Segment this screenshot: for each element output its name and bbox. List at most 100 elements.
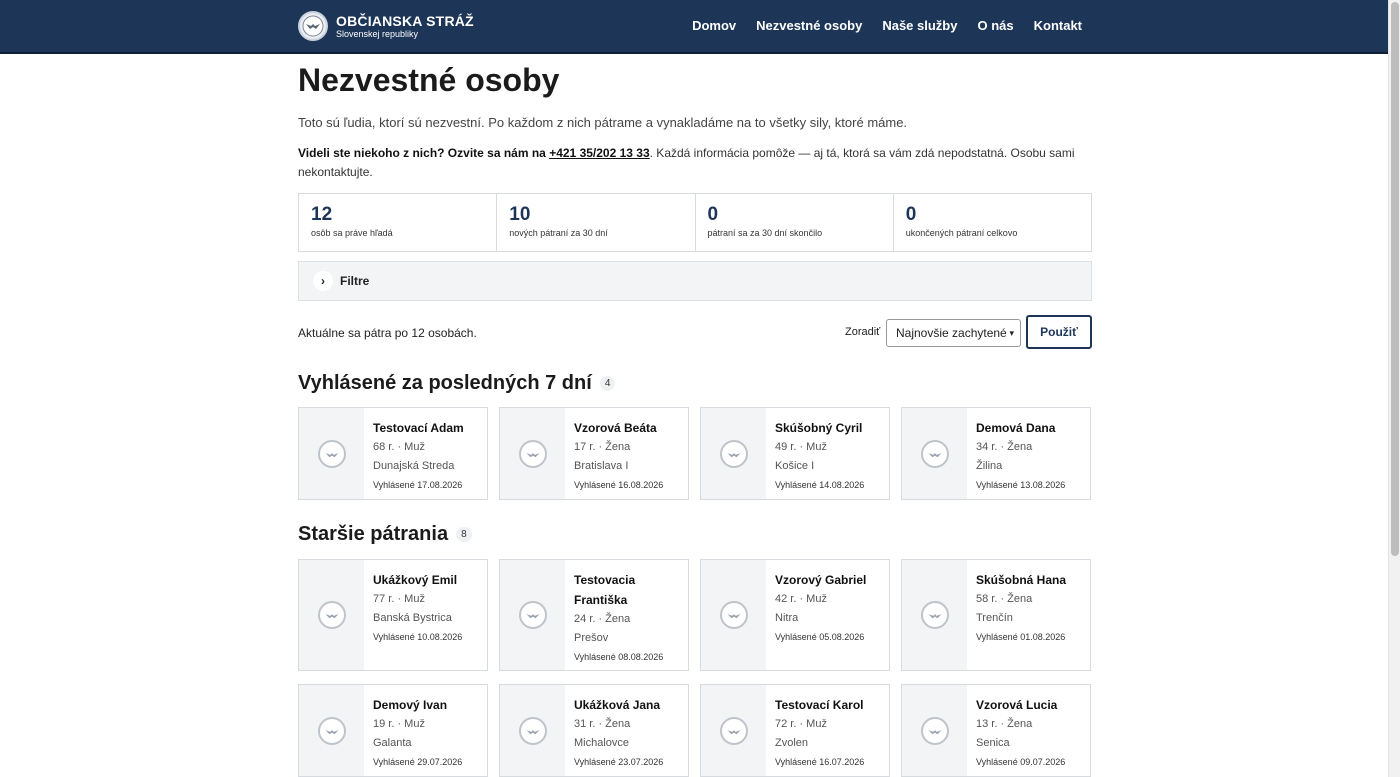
photo-placeholder [299, 408, 364, 499]
person-date: Vyhlásené 09.07.2026 [976, 757, 1066, 767]
person-card[interactable]: Vzorová Beáta 17 r. · Žena Bratislava I … [499, 407, 689, 500]
person-age-sex: 34 r. · Žena [976, 441, 1033, 453]
person-date: Vyhlásené 13.08.2026 [976, 480, 1066, 490]
person-age-sex: 77 r. · Muž [373, 593, 425, 605]
brand-subtitle: Slovenskej republiky [336, 28, 419, 39]
person-card[interactable]: Demový Ivan 19 r. · Muž Galanta Vyhlásen… [298, 684, 488, 777]
count-badge: 4 [599, 376, 616, 391]
older-cards-grid: Ukážkový Emil 77 r. · Muž Banská Bystric… [298, 559, 1092, 777]
person-city: Banská Bystrica [373, 612, 452, 624]
scrollbar-thumb[interactable] [1391, 2, 1399, 556]
nav-services[interactable]: Naše služby [882, 18, 957, 33]
stats-panel: 12 osôb sa práve hľadá 10 nových pátraní… [298, 193, 1092, 252]
photo-placeholder [902, 408, 967, 499]
person-city: Prešov [574, 632, 609, 644]
person-card[interactable]: Ukážková Jana 31 r. · Žena Michalovce Vy… [499, 684, 689, 777]
person-name: Demový Ivan [373, 698, 448, 712]
chevron-down-icon: ▾ [1009, 328, 1014, 338]
filters-toggle[interactable]: › Filtre [298, 261, 1092, 301]
eagle-emblem-icon [518, 439, 547, 468]
person-age-sex: 58 r. · Žena [976, 593, 1033, 605]
person-card[interactable]: Testovací Karol 72 r. · Muž Zvolen Vyhlá… [700, 684, 890, 777]
eagle-emblem-icon [719, 439, 748, 468]
recent-cards-grid: Testovací Adam 68 r. · Muž Dunajská Stre… [298, 407, 1092, 500]
count-badge: 8 [456, 527, 472, 542]
person-name: Testovací Karol [775, 698, 864, 712]
person-card[interactable]: Testovací Adam 68 r. · Muž Dunajská Stre… [298, 407, 488, 500]
person-city: Košice I [775, 460, 815, 472]
eagle-emblem-icon [518, 601, 547, 629]
person-age-sex: 68 r. · Muž [373, 441, 425, 453]
nav-about[interactable]: O nás [977, 18, 1013, 33]
section-title-recent: Vyhlásené za posledných 7 dní 4 [298, 372, 616, 395]
photo-placeholder [701, 685, 766, 776]
person-card[interactable]: Skúšobný Cyril 49 r. · Muž Košice I Vyhl… [700, 407, 890, 500]
lead-text: Toto sú ľudia, ktorí sú nezvestní. Po ka… [298, 115, 908, 130]
section-title-older: Staršie pátrania 8 [298, 523, 472, 546]
main-content: Nezvestné osoby Toto sú ľudia, ktorí sú … [298, 54, 1092, 777]
main-nav: Domov Nezvestné osoby Naše služby O nás … [692, 18, 1082, 33]
brand-title: OBČIANSKA STRÁŽ [336, 12, 474, 29]
eagle-emblem-icon [317, 716, 346, 745]
person-city: Žilina [976, 460, 1003, 472]
person-name: Skúšobná Hana [976, 573, 1067, 587]
person-date: Vyhlásené 05.08.2026 [775, 632, 865, 642]
person-card[interactable]: Demová Dana 34 r. · Žena Žilina Vyhlásen… [901, 407, 1091, 500]
person-date: Vyhlásené 10.08.2026 [373, 632, 463, 642]
page-title: Nezvestné osoby [298, 62, 560, 98]
person-name: Vzorová Beáta [574, 421, 657, 435]
stat-label: ukončených pátraní celkovo [905, 228, 1018, 238]
chevron-right-icon: › [313, 271, 333, 291]
nav-home[interactable]: Domov [692, 18, 736, 33]
contact-phone-link[interactable]: +421 35/202 13 33 [549, 146, 649, 160]
person-card[interactable]: Skúšobná Hana 58 r. · Žena Trenčín Vyhlá… [901, 559, 1091, 671]
stat-value: 0 [707, 204, 719, 225]
person-age-sex: 31 r. · Žena [574, 718, 631, 730]
sort-select[interactable]: Najnovšie zachytené ▾ [886, 319, 1021, 347]
results-toolbar: Aktuálne sa pátra po 12 osobách. Zoradiť… [298, 315, 1092, 349]
person-name: Ukážkový Emil [373, 573, 458, 587]
filters-label: Filtre [340, 274, 370, 288]
eagle-emblem-icon [920, 716, 949, 745]
person-date: Vyhlásené 14.08.2026 [775, 480, 865, 490]
eagle-emblem-icon [920, 439, 949, 468]
person-name: Ukážková Jana [574, 698, 661, 712]
person-card[interactable]: Testovacia Františka 24 r. · Žena Prešov… [499, 559, 689, 671]
apply-sort-button[interactable]: Použiť [1026, 315, 1092, 349]
brand-link[interactable]: OBČIANSKA STRÁŽ Slovenskej republiky [298, 11, 474, 41]
person-card[interactable]: Ukážkový Emil 77 r. · Muž Banská Bystric… [298, 559, 488, 671]
person-age-sex: 49 r. · Muž [775, 441, 827, 453]
person-card[interactable]: Vzorový Gabriel 42 r. · Muž Nitra Vyhlás… [700, 559, 890, 671]
photo-placeholder [701, 408, 766, 499]
photo-placeholder [299, 560, 364, 670]
person-city: Bratislava I [574, 460, 629, 472]
photo-placeholder [701, 560, 766, 670]
person-age-sex: 24 r. · Žena [574, 613, 631, 625]
nav-missing-persons[interactable]: Nezvestné osoby [756, 18, 862, 33]
eagle-emblem-icon [719, 601, 748, 629]
person-date: Vyhlásené 17.08.2026 [373, 480, 463, 490]
nav-contact[interactable]: Kontakt [1034, 18, 1082, 33]
person-city: Nitra [775, 612, 799, 624]
person-card[interactable]: Vzorová Lucia 13 r. · Žena Senica Vyhlás… [901, 684, 1091, 777]
person-city: Galanta [373, 737, 412, 749]
stat-ended-total: 0 ukončených pátraní celkovo [894, 194, 1091, 251]
stat-value: 12 [311, 204, 333, 225]
page-scrollbar[interactable] [1388, 0, 1400, 777]
contact-text: Videli ste niekoho z nich? Ozvite sa nám… [298, 144, 1092, 182]
person-name: Testovacia Františka [574, 573, 636, 607]
top-navbar: OBČIANSKA STRÁŽ Slovenskej republiky Dom… [0, 0, 1388, 54]
person-date: Vyhlásené 16.07.2026 [775, 757, 865, 767]
stat-label: nových pátraní za 30 dní [509, 228, 608, 238]
stat-value: 10 [509, 204, 531, 225]
photo-placeholder [500, 560, 565, 670]
person-age-sex: 13 r. · Žena [976, 718, 1033, 730]
person-age-sex: 42 r. · Muž [775, 593, 827, 605]
eagle-emblem-icon [920, 601, 949, 629]
person-age-sex: 17 r. · Žena [574, 441, 631, 453]
person-date: Vyhlásené 23.07.2026 [574, 757, 664, 767]
stat-ended-30d: 0 pátraní sa za 30 dní skončilo [696, 194, 894, 251]
results-count-text: Aktuálne sa pátra po 12 osobách. [298, 326, 477, 340]
stat-value: 0 [905, 204, 917, 225]
photo-placeholder [299, 685, 364, 776]
